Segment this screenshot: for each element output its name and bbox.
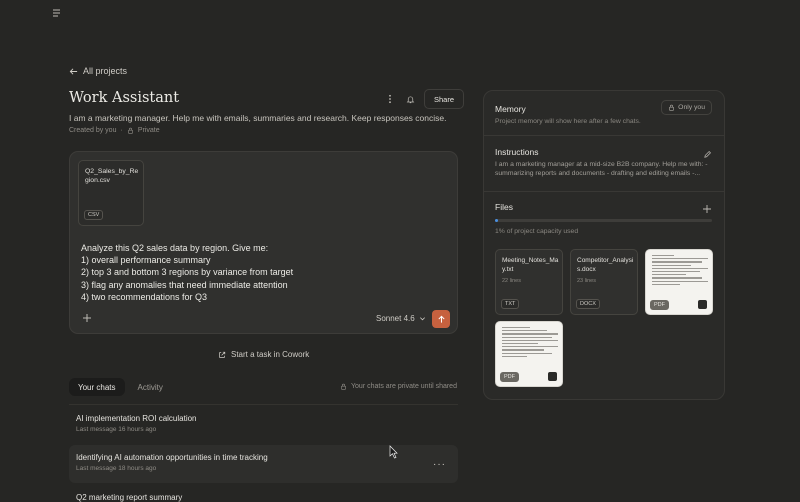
lock-icon — [341, 383, 346, 390]
divider — [69, 404, 458, 405]
external-link-icon — [219, 351, 226, 358]
chevron-down-icon — [419, 317, 425, 321]
pdf-thumbnail — [502, 327, 558, 359]
chat-timestamp: Last message 16 hours ago — [76, 426, 157, 433]
chat-tabs: Your chats Activity — [69, 378, 172, 396]
file-type-badge: PDF — [500, 372, 519, 382]
more-options-icon[interactable] — [380, 89, 400, 109]
meta-separator: · — [120, 127, 123, 134]
capacity-text: 1% of project capacity used — [495, 228, 579, 235]
project-description: I am a marketing manager. Help me with e… — [69, 113, 447, 123]
file-line-count: 22 lines — [502, 278, 521, 284]
add-file-icon[interactable] — [702, 201, 712, 219]
arrow-up-icon — [437, 315, 445, 323]
instructions-title: Instructions — [495, 147, 539, 157]
instructions-text-line: summarizing reports and documents - draf… — [495, 170, 701, 177]
file-app-icon — [698, 300, 707, 309]
memory-visibility-badge: Only you — [661, 100, 712, 115]
file-line-count: 23 lines — [577, 278, 596, 284]
message-composer[interactable]: Q2_Sales_by_Region.csv CSV Analyze this … — [69, 151, 458, 334]
chat-timestamp: Last message 18 hours ago — [76, 465, 157, 472]
chats-private-note: Your chats are private until shared — [340, 383, 457, 390]
file-name: Competitor_Analysis.docx — [577, 257, 634, 273]
prompt-line: Analyze this Q2 sales data by region. Gi… — [81, 243, 269, 253]
add-attachment-icon[interactable] — [80, 311, 94, 325]
files-title: Files — [495, 202, 513, 212]
file-card-pdf[interactable]: PDF — [645, 249, 713, 315]
prompt-line: 4) two recommendations for Q3 — [81, 291, 208, 302]
chat-options-icon[interactable]: ··· — [433, 459, 446, 470]
capacity-bar-fill — [495, 219, 498, 222]
arrow-left-icon — [69, 67, 78, 75]
model-name: Sonnet 4.6 — [376, 314, 415, 323]
prompt-text[interactable]: Analyze this Q2 sales data by region. Gi… — [81, 242, 293, 303]
project-side-panel: Memory Only you Project memory will show… — [483, 90, 725, 400]
file-type-badge: PDF — [650, 300, 669, 310]
chat-list-item[interactable]: Q2 marketing report summary — [69, 493, 458, 502]
visibility-label: Private — [137, 127, 160, 134]
start-cowork-link[interactable]: Start a task in Cowork — [218, 350, 309, 359]
model-selector[interactable]: Sonnet 4.6 — [376, 314, 426, 323]
mouse-cursor-icon — [389, 445, 399, 459]
file-app-icon — [548, 372, 557, 381]
instructions-text-line: I am a marketing manager at a mid-size B… — [495, 161, 708, 168]
attachment-card[interactable]: Q2_Sales_by_Region.csv CSV — [78, 160, 144, 226]
prompt-line: 2) top 3 and bottom 3 regions by varianc… — [81, 267, 294, 278]
cowork-label: Start a task in Cowork — [231, 350, 310, 359]
file-type-badge: TXT — [501, 299, 520, 309]
bell-icon[interactable] — [400, 89, 420, 109]
capacity-bar — [495, 219, 712, 222]
chat-title: AI implementation ROI calculation — [76, 414, 197, 423]
chat-title: Q2 marketing report summary — [76, 493, 183, 502]
memory-section: Memory Only you Project memory will show… — [484, 91, 724, 135]
lock-icon — [127, 127, 133, 134]
back-to-projects-link[interactable]: All projects — [69, 66, 127, 76]
pdf-thumbnail — [652, 255, 708, 287]
file-card[interactable]: Competitor_Analysis.docx 23 lines DOCX — [570, 249, 638, 315]
prompt-line: 3) flag any anomalies that need immediat… — [81, 279, 288, 290]
send-button[interactable] — [432, 310, 450, 328]
private-note-text: Your chats are private until shared — [351, 383, 457, 390]
share-button[interactable]: Share — [424, 89, 465, 109]
project-actions: Share — [380, 89, 465, 109]
only-you-label: Only you — [678, 104, 705, 111]
file-type-badge: DOCX — [576, 299, 600, 309]
attachment-name: Q2_Sales_by_Region.csv — [85, 168, 139, 184]
chat-list-item[interactable]: AI implementation ROI calculation Last m… — [69, 414, 458, 433]
file-card[interactable]: Meeting_Notes_May.txt 22 lines TXT — [495, 249, 563, 315]
file-name: Meeting_Notes_May.txt — [502, 257, 559, 273]
back-link-label: All projects — [83, 66, 128, 76]
attachment-type-badge: CSV — [84, 210, 104, 220]
instructions-section[interactable]: Instructions I am a marketing manager at… — [484, 135, 724, 191]
memory-title: Memory — [495, 104, 526, 114]
created-by-label: Created by you — [69, 127, 117, 134]
file-card-pdf[interactable]: PDF — [495, 321, 563, 387]
tab-your-chats[interactable]: Your chats — [69, 378, 125, 396]
divider — [484, 191, 724, 192]
project-meta: Created by you · Private — [69, 127, 160, 134]
tab-activity[interactable]: Activity — [129, 378, 172, 396]
lock-icon — [669, 104, 675, 111]
project-title: Work Assistant — [69, 90, 180, 106]
prompt-line: 1) overall performance summary — [81, 255, 211, 266]
chat-list-item[interactable]: Identifying AI automation opportunities … — [69, 445, 458, 483]
memory-subtitle: Project memory will show here after a fe… — [495, 118, 641, 125]
sidebar-toggle-icon[interactable] — [50, 6, 64, 18]
